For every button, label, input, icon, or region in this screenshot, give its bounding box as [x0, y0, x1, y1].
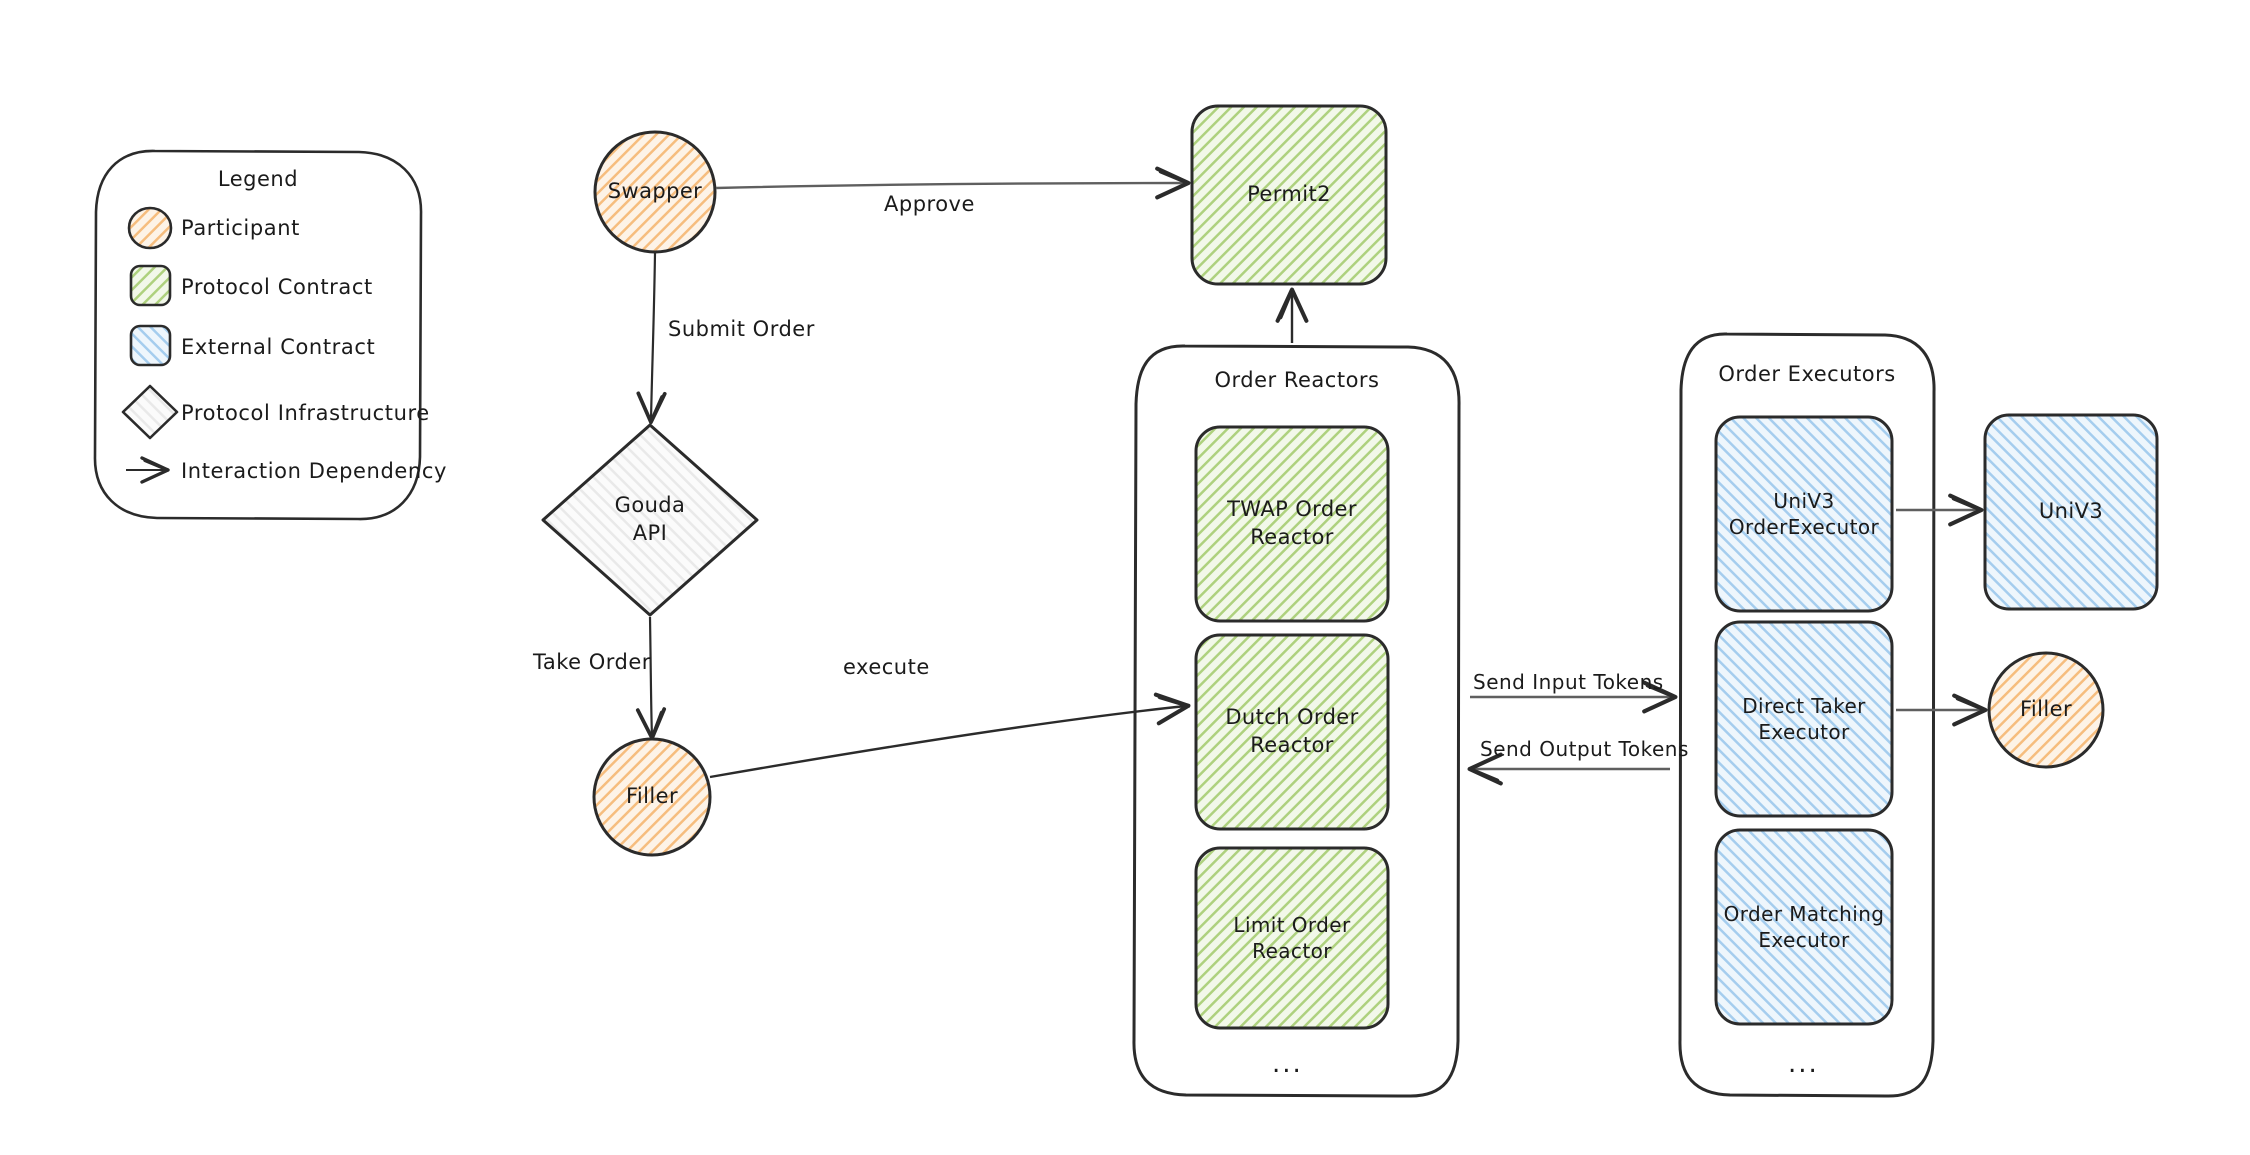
- group-title-order-reactors: Order Reactors: [1214, 368, 1380, 392]
- edge-label-send-output-tokens: Send Output Tokens: [1480, 737, 1689, 761]
- edge-label-execute: execute: [843, 655, 930, 679]
- legend-swatch-protocol-contract: [129, 264, 172, 307]
- edge-label-submit-order: Submit Order: [668, 317, 815, 341]
- edge-swapper-to-gouda-api: [636, 252, 667, 425]
- group-ellipsis-order-executors: ...: [1788, 1049, 1819, 1079]
- diagram-canvas: Legend Participant Protocol Contract Ext…: [0, 0, 2250, 1155]
- legend-label-external-contract: External Contract: [181, 335, 376, 359]
- node-twap-order-reactor-shape: [1194, 425, 1390, 623]
- edge-label-send-input-tokens: Send Input Tokens: [1473, 670, 1664, 694]
- legend-label-protocol-infrastructure: Protocol Infrastructure: [181, 401, 430, 425]
- legend-label-protocol-contract: Protocol Contract: [181, 275, 373, 299]
- node-filler-right-shape: [1987, 651, 2105, 769]
- legend-swatch-participant: [127, 206, 173, 250]
- node-gouda-api-shape: [541, 423, 759, 617]
- legend-label-interaction-dependency: Interaction Dependency: [181, 459, 447, 483]
- group-title-order-executors: Order Executors: [1718, 362, 1896, 386]
- node-univ3-orderexecutor-shape: [1714, 415, 1894, 613]
- node-univ3-shape: [1983, 413, 2159, 611]
- edge-filler-to-dutch-order-reactor: [709, 692, 1191, 779]
- node-filler-left-shape: [592, 737, 712, 857]
- edge-label-take-order: Take Order: [533, 650, 651, 674]
- node-direct-taker-executor-shape: [1714, 620, 1894, 818]
- group-ellipsis-order-reactors: ...: [1272, 1049, 1303, 1079]
- edge-swapper-to-permit2: [715, 166, 1191, 200]
- node-dutch-order-reactor-shape: [1194, 633, 1390, 831]
- edge-gouda-api-to-filler: [635, 616, 667, 741]
- node-limit-order-reactor-shape: [1194, 846, 1390, 1030]
- node-swapper-shape: [593, 130, 717, 254]
- legend-title: Legend: [217, 167, 299, 191]
- edge-label-approve: Approve: [884, 192, 975, 216]
- node-permit2-shape: [1190, 104, 1388, 286]
- legend-swatch-external-contract: [129, 324, 172, 367]
- node-order-matching-executor-shape: [1714, 828, 1894, 1026]
- legend-label-participant: Participant: [181, 216, 301, 240]
